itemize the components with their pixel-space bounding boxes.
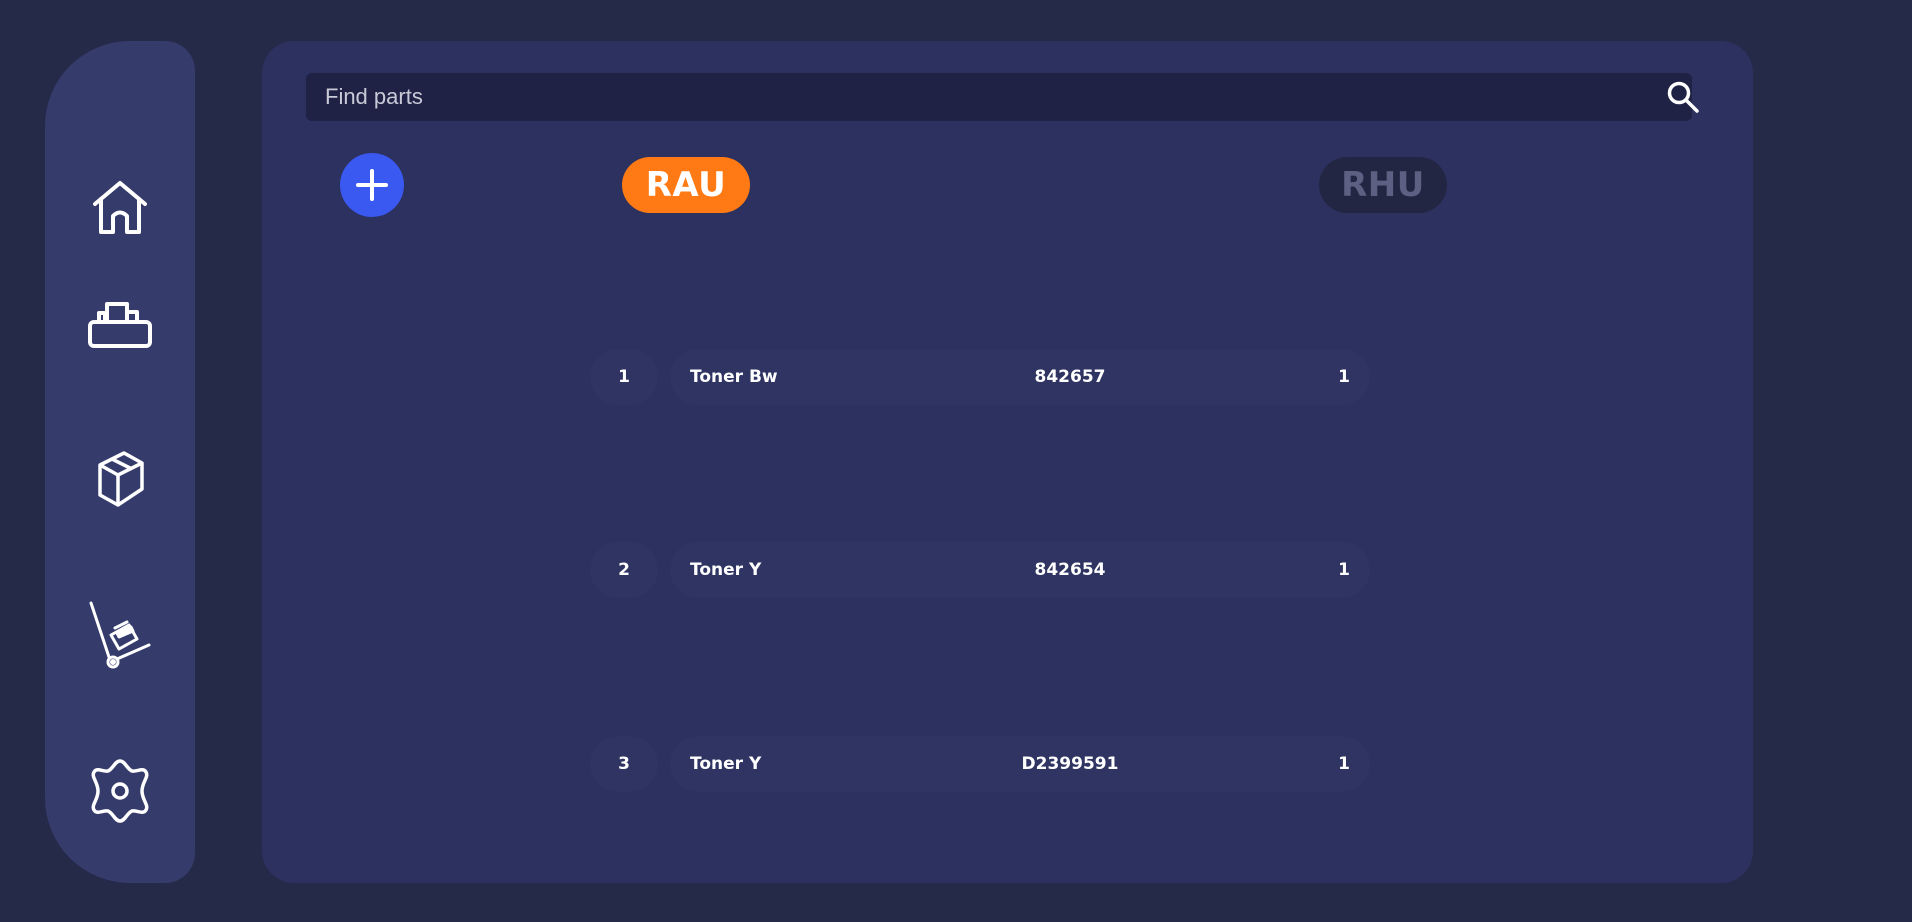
home-icon bbox=[93, 181, 147, 234]
row-index: 1 bbox=[590, 349, 658, 405]
table-row[interactable]: 2 Toner Y 842654 1 bbox=[590, 542, 1370, 598]
search-button[interactable] bbox=[1666, 80, 1700, 114]
sidebar bbox=[45, 41, 195, 883]
part-quantity: 1 bbox=[1338, 367, 1350, 387]
row-body: Toner Y 842654 1 bbox=[670, 542, 1370, 598]
table-row[interactable]: 3 Toner Y D2399591 1 bbox=[590, 736, 1370, 792]
plus-icon bbox=[356, 169, 388, 201]
row-index: 2 bbox=[590, 542, 658, 598]
add-part-button[interactable] bbox=[340, 153, 404, 217]
sidebar-item-printers[interactable] bbox=[45, 275, 195, 375]
main-panel: RAU RHU 1 Toner Bw 842657 1 2 Toner Y 84… bbox=[262, 41, 1753, 883]
part-code: 842657 bbox=[1034, 367, 1106, 387]
box-icon bbox=[98, 451, 144, 507]
tab-rhu[interactable]: RHU bbox=[1319, 157, 1447, 213]
row-body: Toner Bw 842657 1 bbox=[670, 349, 1370, 405]
part-code: 842654 bbox=[1034, 560, 1106, 580]
part-name: Toner Y bbox=[690, 560, 762, 580]
table-row[interactable]: 1 Toner Bw 842657 1 bbox=[590, 349, 1370, 405]
sidebar-item-home[interactable] bbox=[45, 158, 195, 258]
printer-icon bbox=[88, 302, 152, 348]
part-quantity: 1 bbox=[1338, 754, 1350, 774]
tab-rau[interactable]: RAU bbox=[622, 157, 750, 213]
part-name: Toner Bw bbox=[690, 367, 778, 387]
gear-icon bbox=[91, 759, 149, 823]
search-input[interactable] bbox=[306, 73, 1606, 121]
part-name: Toner Y bbox=[690, 754, 762, 774]
row-index: 3 bbox=[590, 736, 658, 792]
sidebar-item-settings[interactable] bbox=[45, 741, 195, 841]
part-code: D2399591 bbox=[1021, 754, 1119, 774]
hand-truck-icon bbox=[89, 601, 151, 669]
part-quantity: 1 bbox=[1338, 560, 1350, 580]
row-body: Toner Y D2399591 1 bbox=[670, 736, 1370, 792]
search-bar bbox=[306, 73, 1699, 121]
search-icon bbox=[1667, 81, 1699, 113]
sidebar-item-parts[interactable] bbox=[45, 429, 195, 529]
sidebar-item-delivery[interactable] bbox=[45, 585, 195, 685]
